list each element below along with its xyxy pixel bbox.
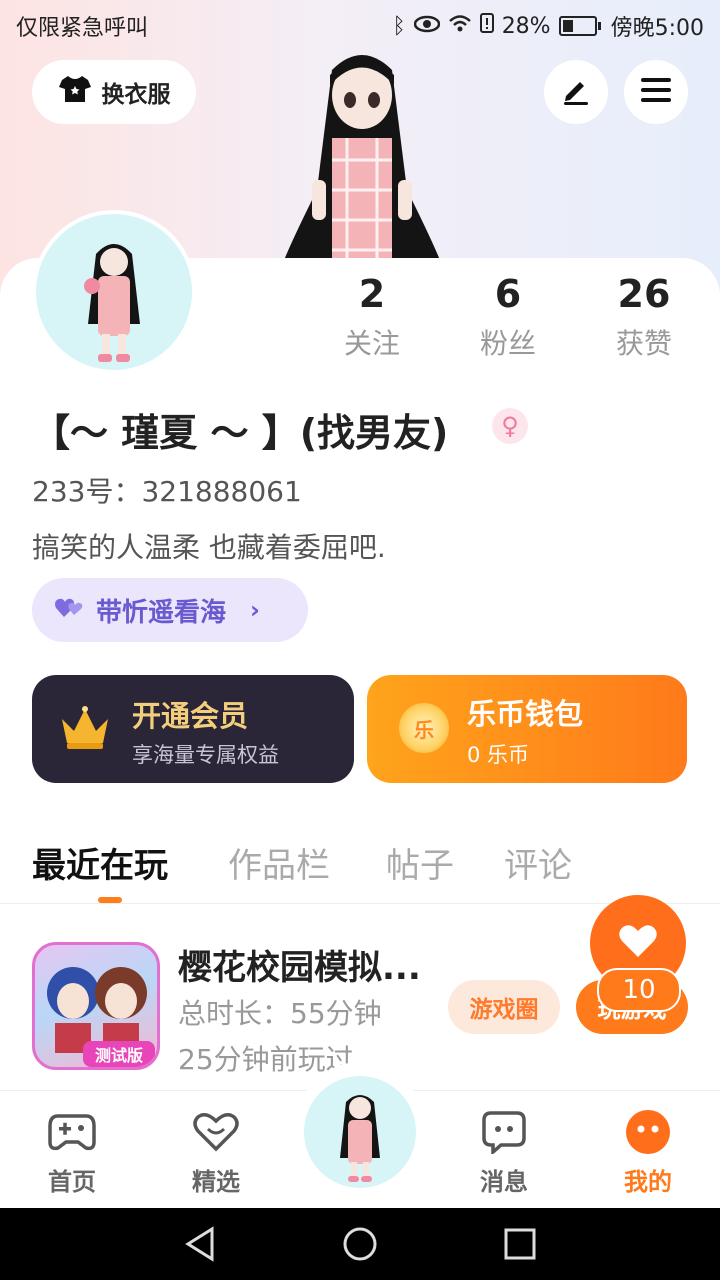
edit-profile-button[interactable]: [544, 60, 608, 124]
user-id: 233号：321888061: [32, 475, 302, 508]
nav-mine[interactable]: 我的: [598, 1108, 698, 1197]
game-icon[interactable]: 测试版: [32, 942, 160, 1070]
wallet-card[interactable]: 乐 乐币钱包 0 乐币: [367, 675, 687, 783]
wallet-balance: 0 乐币: [467, 743, 530, 767]
pen-icon: [560, 74, 592, 110]
like-count-badge: 10: [597, 968, 681, 1012]
recents-icon[interactable]: [504, 1228, 536, 1264]
following-label: 关注: [343, 327, 400, 360]
battery-icon: [558, 16, 601, 36]
likes-count: 26: [617, 272, 671, 316]
fans-label: 粉丝: [479, 327, 536, 360]
battery-percent: 28%: [501, 13, 551, 39]
nav-mine-label: 我的: [624, 1168, 672, 1196]
hamburger-icon: [640, 77, 672, 107]
mine-icon: [624, 1108, 672, 1156]
status-time: 傍晚5:00: [610, 16, 704, 41]
eye-icon: [413, 14, 440, 39]
bio: 搞笑的人温柔 也藏着委屈吧.: [32, 531, 386, 564]
vip-title: 开通会员: [132, 699, 249, 733]
following-count: 2: [358, 272, 386, 316]
menu-button[interactable]: [624, 60, 688, 124]
status-carrier-text: 仅限紧急呼叫: [16, 16, 149, 41]
sim-alert-icon: [479, 13, 494, 39]
back-icon[interactable]: [184, 1226, 216, 1266]
stat-likes[interactable]: 26 获赞: [584, 272, 704, 362]
profile-avatar[interactable]: [32, 210, 196, 374]
couple-tag-label: 带忻遥看海: [96, 597, 227, 628]
heart-icon: [618, 923, 658, 963]
game-circle-button[interactable]: 游戏圈: [448, 980, 560, 1034]
change-outfit-label: 换衣服: [101, 82, 171, 108]
chevron-right-icon: ›: [250, 596, 260, 624]
home-icon[interactable]: [342, 1226, 378, 1266]
nav-featured-label: 精选: [192, 1168, 240, 1196]
fans-count: 6: [494, 272, 522, 316]
tshirt-icon: [58, 74, 92, 110]
status-icons: ᛒ 28% 傍晚5:00: [392, 10, 704, 42]
nav-center-avatar[interactable]: [304, 1076, 416, 1188]
system-nav-bar: [0, 1208, 720, 1280]
gamepad-icon: [48, 1108, 96, 1156]
username: 【～ 瑾夏 ～ 】(找男友): [32, 411, 449, 455]
tab-works[interactable]: 作品栏: [228, 838, 330, 887]
tab-comments[interactable]: 评论: [504, 838, 572, 887]
likes-label: 获赞: [615, 327, 672, 360]
vip-subtitle: 享海量专属权益: [132, 743, 279, 767]
couple-tag-button[interactable]: 带忻遥看海 ›: [32, 578, 308, 642]
nav-messages-label: 消息: [480, 1168, 528, 1196]
nav-home-label: 首页: [48, 1168, 96, 1196]
tab-posts[interactable]: 帖子: [386, 838, 454, 887]
game-test-badge: 测试版: [95, 1046, 143, 1065]
hearts-icon: [54, 595, 86, 626]
tab-recently-played[interactable]: 最近在玩: [32, 838, 168, 887]
wifi-icon: [448, 13, 472, 39]
bluetooth-icon: ᛒ: [392, 13, 406, 39]
stat-following[interactable]: 2 关注: [312, 272, 432, 362]
message-icon: [480, 1108, 528, 1156]
change-outfit-button[interactable]: 换衣服: [32, 60, 196, 124]
game-title[interactable]: 樱花校园模拟...: [178, 940, 421, 989]
female-icon: ♀: [492, 408, 528, 444]
character-figure[interactable]: [262, 40, 462, 265]
game-playtime: 总时长：55分钟: [178, 997, 382, 1030]
crown-icon: [58, 701, 112, 755]
nav-messages[interactable]: 消息: [454, 1108, 554, 1197]
nav-featured[interactable]: 精选: [166, 1108, 266, 1197]
stat-fans[interactable]: 6 粉丝: [448, 272, 568, 362]
vip-card[interactable]: 开通会员 享海量专属权益: [32, 675, 354, 783]
nav-home[interactable]: 首页: [22, 1108, 122, 1197]
wallet-title: 乐币钱包: [467, 697, 584, 731]
coin-icon: 乐: [399, 703, 449, 753]
heart-chat-icon: [192, 1108, 240, 1156]
